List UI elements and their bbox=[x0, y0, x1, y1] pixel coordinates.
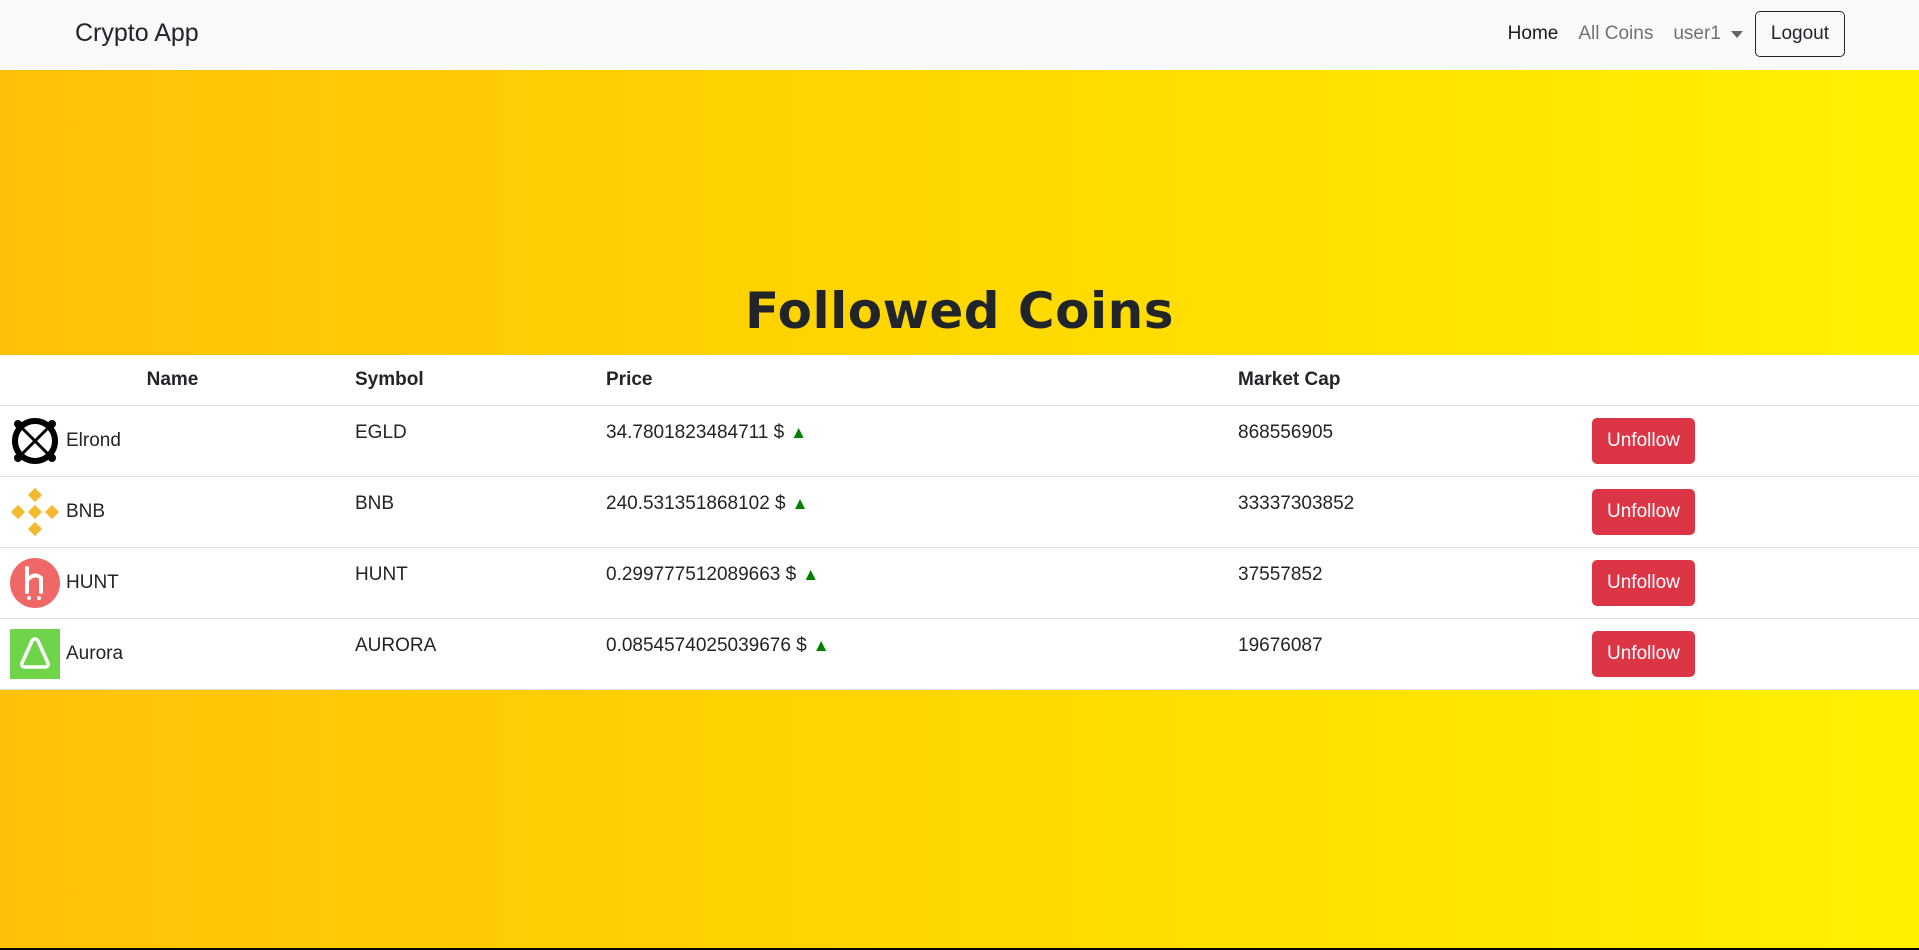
coin-name-cell: HUNT bbox=[0, 547, 345, 619]
header-name: Name bbox=[0, 355, 345, 406]
nav-home-link[interactable]: Home bbox=[1508, 23, 1559, 45]
trend-up-icon: ▲ bbox=[790, 423, 808, 442]
coin-name-cell: Elrond bbox=[0, 405, 345, 477]
trend-up-icon: ▲ bbox=[812, 636, 830, 655]
coin-symbol: EGLD bbox=[355, 422, 407, 443]
user-dropdown[interactable]: user1 bbox=[1673, 23, 1743, 45]
table-row: BNB BNB 240.531351868102 $ ▲ 33337303852 … bbox=[0, 476, 1919, 548]
coin-symbol-cell: BNB bbox=[345, 476, 596, 548]
coin-market-cap: 37557852 bbox=[1238, 564, 1323, 585]
coin-name: BNB bbox=[66, 501, 106, 522]
coin-price: 0.299777512089663 $ bbox=[606, 564, 797, 585]
header-market-cap: Market Cap bbox=[1228, 355, 1582, 406]
brand-link[interactable]: Crypto App bbox=[75, 19, 199, 48]
coin-price-cell: 0.0854574025039676 $ ▲ bbox=[596, 618, 1228, 690]
coin-symbol: HUNT bbox=[355, 564, 408, 585]
header-price: Price bbox=[596, 355, 1228, 406]
elrond-logo-icon bbox=[12, 418, 58, 464]
caret-down-icon bbox=[1730, 30, 1743, 38]
hunt-logo-icon bbox=[10, 558, 60, 608]
unfollow-button[interactable]: Unfollow bbox=[1592, 631, 1695, 677]
coin-market-cap-cell: 868556905 bbox=[1228, 405, 1582, 477]
coin-market-cap: 33337303852 bbox=[1238, 493, 1355, 514]
coin-price: 240.531351868102 $ bbox=[606, 493, 786, 514]
action-cell: Unfollow bbox=[1582, 405, 1919, 477]
table-row: HUNT HUNT 0.299777512089663 $ ▲ 37557852 … bbox=[0, 547, 1919, 619]
coin-price-cell: 34.7801823484711 $ ▲ bbox=[596, 405, 1228, 477]
coin-name: Elrond bbox=[66, 430, 121, 451]
trend-up-icon: ▲ bbox=[802, 565, 820, 584]
header-action bbox=[1582, 355, 1919, 406]
navbar: Crypto App Home All Coins user1 Logout bbox=[0, 0, 1919, 70]
table-header-row: Name Symbol Price Market Cap bbox=[0, 355, 1919, 406]
table-row: Aurora AURORA 0.0854574025039676 $ ▲ 1967… bbox=[0, 618, 1919, 690]
unfollow-button[interactable]: Unfollow bbox=[1592, 418, 1695, 464]
aurora-logo-icon bbox=[10, 629, 60, 679]
action-cell: Unfollow bbox=[1582, 618, 1919, 690]
coin-price: 34.7801823484711 $ bbox=[606, 422, 785, 443]
coin-name-cell: Aurora bbox=[0, 618, 345, 690]
logout-button[interactable]: Logout bbox=[1754, 11, 1845, 57]
nav-right: Home All Coins user1 Logout bbox=[1508, 10, 1845, 58]
trend-up-icon: ▲ bbox=[791, 494, 809, 513]
coin-market-cap-cell: 37557852 bbox=[1228, 547, 1582, 619]
coin-market-cap-cell: 19676087 bbox=[1228, 618, 1582, 690]
followed-coins-table: Name Symbol Price Market Cap Elrond EGLD… bbox=[0, 355, 1919, 690]
coin-symbol-cell: AURORA bbox=[345, 618, 596, 690]
coin-price-cell: 240.531351868102 $ ▲ bbox=[596, 476, 1228, 548]
coin-symbol: BNB bbox=[355, 493, 395, 514]
bnb-logo-icon bbox=[10, 487, 60, 537]
unfollow-button[interactable]: Unfollow bbox=[1592, 560, 1695, 606]
table-row: Elrond EGLD 34.7801823484711 $ ▲ 86855690… bbox=[0, 405, 1919, 477]
coin-symbol-cell: HUNT bbox=[345, 547, 596, 619]
coin-market-cap: 868556905 bbox=[1238, 422, 1334, 443]
coin-price-cell: 0.299777512089663 $ ▲ bbox=[596, 547, 1228, 619]
coin-symbol-cell: EGLD bbox=[345, 405, 596, 477]
page-title: Followed Coins bbox=[745, 282, 1174, 340]
coin-name: Aurora bbox=[66, 643, 124, 664]
coin-market-cap-cell: 33337303852 bbox=[1228, 476, 1582, 548]
coin-market-cap: 19676087 bbox=[1238, 635, 1323, 656]
user-name: user1 bbox=[1673, 23, 1721, 44]
action-cell: Unfollow bbox=[1582, 547, 1919, 619]
nav-all-coins-link[interactable]: All Coins bbox=[1578, 23, 1653, 45]
unfollow-button[interactable]: Unfollow bbox=[1592, 489, 1695, 535]
coin-name: HUNT bbox=[66, 572, 119, 593]
coin-price: 0.0854574025039676 $ bbox=[606, 635, 807, 656]
coin-name-cell: BNB bbox=[0, 476, 345, 548]
header-symbol: Symbol bbox=[345, 355, 596, 406]
action-cell: Unfollow bbox=[1582, 476, 1919, 548]
coin-symbol: AURORA bbox=[355, 635, 437, 656]
